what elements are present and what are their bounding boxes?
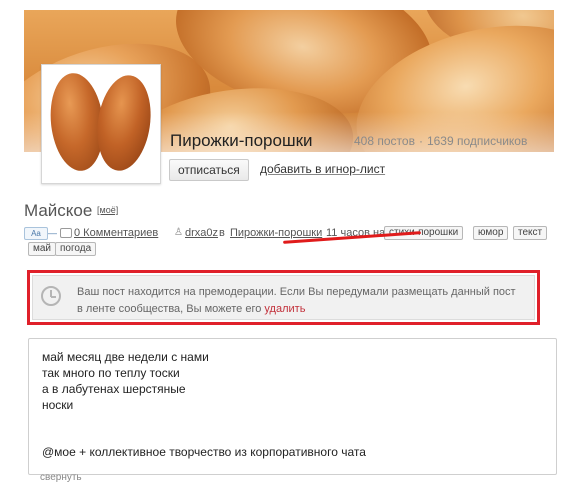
comment-icon [60,228,72,238]
font-decrease-button[interactable]: — [48,228,57,238]
post-signature: @мое + коллективное творчество из корпор… [42,445,366,459]
font-size-button[interactable]: Aa [24,227,48,240]
community-stats: 408 постов · 1639 подписчиков [354,134,528,148]
post-title-tag[interactable]: [моё] [97,205,118,215]
collapse-link[interactable]: свернуть [40,472,82,483]
moderation-notice-highlight: Ваш пост находится на премодерации. Если… [27,270,540,325]
tag-yumor[interactable]: юмор [473,226,509,240]
add-to-ignore-link[interactable]: добавить в игнор-лист [260,162,385,176]
clock-icon [41,286,61,306]
post-line: май месяц две недели с нами [42,350,209,364]
tag-pogoda[interactable]: погода [55,242,97,256]
author-link[interactable]: drxa0z [185,227,218,239]
post-line: носки [42,398,74,412]
unsubscribe-button[interactable]: отписаться [169,159,249,181]
tag-tekst[interactable]: текст [513,226,548,240]
in-label: в [219,227,225,239]
posts-count[interactable]: 408 постов [354,134,415,148]
post-line: а в лабутенах шерстяные [42,382,186,396]
tag-may[interactable]: май [28,242,57,256]
community-avatar[interactable] [41,64,161,184]
moderation-notice: Ваш пост находится на премодерации. Если… [32,275,535,320]
community-title[interactable]: Пирожки-порошки [170,131,313,151]
user-icon: ♙ [174,227,183,238]
comments-link[interactable]: 0 Комментариев [74,227,158,239]
post-community-link[interactable]: Пирожки-порошки [230,227,322,239]
post-line: так много по теплу тоски [42,366,180,380]
post-body: май месяц две недели с нами так много по… [28,338,557,475]
post-text: май месяц две недели с нами так много по… [42,349,209,413]
post-title[interactable]: Майское [24,201,92,221]
moderation-notice-text: Ваш пост находится на премодерации. Если… [77,286,516,315]
subscribers-count[interactable]: 1639 подписчиков [427,134,527,148]
delete-post-link[interactable]: удалить [264,303,305,315]
